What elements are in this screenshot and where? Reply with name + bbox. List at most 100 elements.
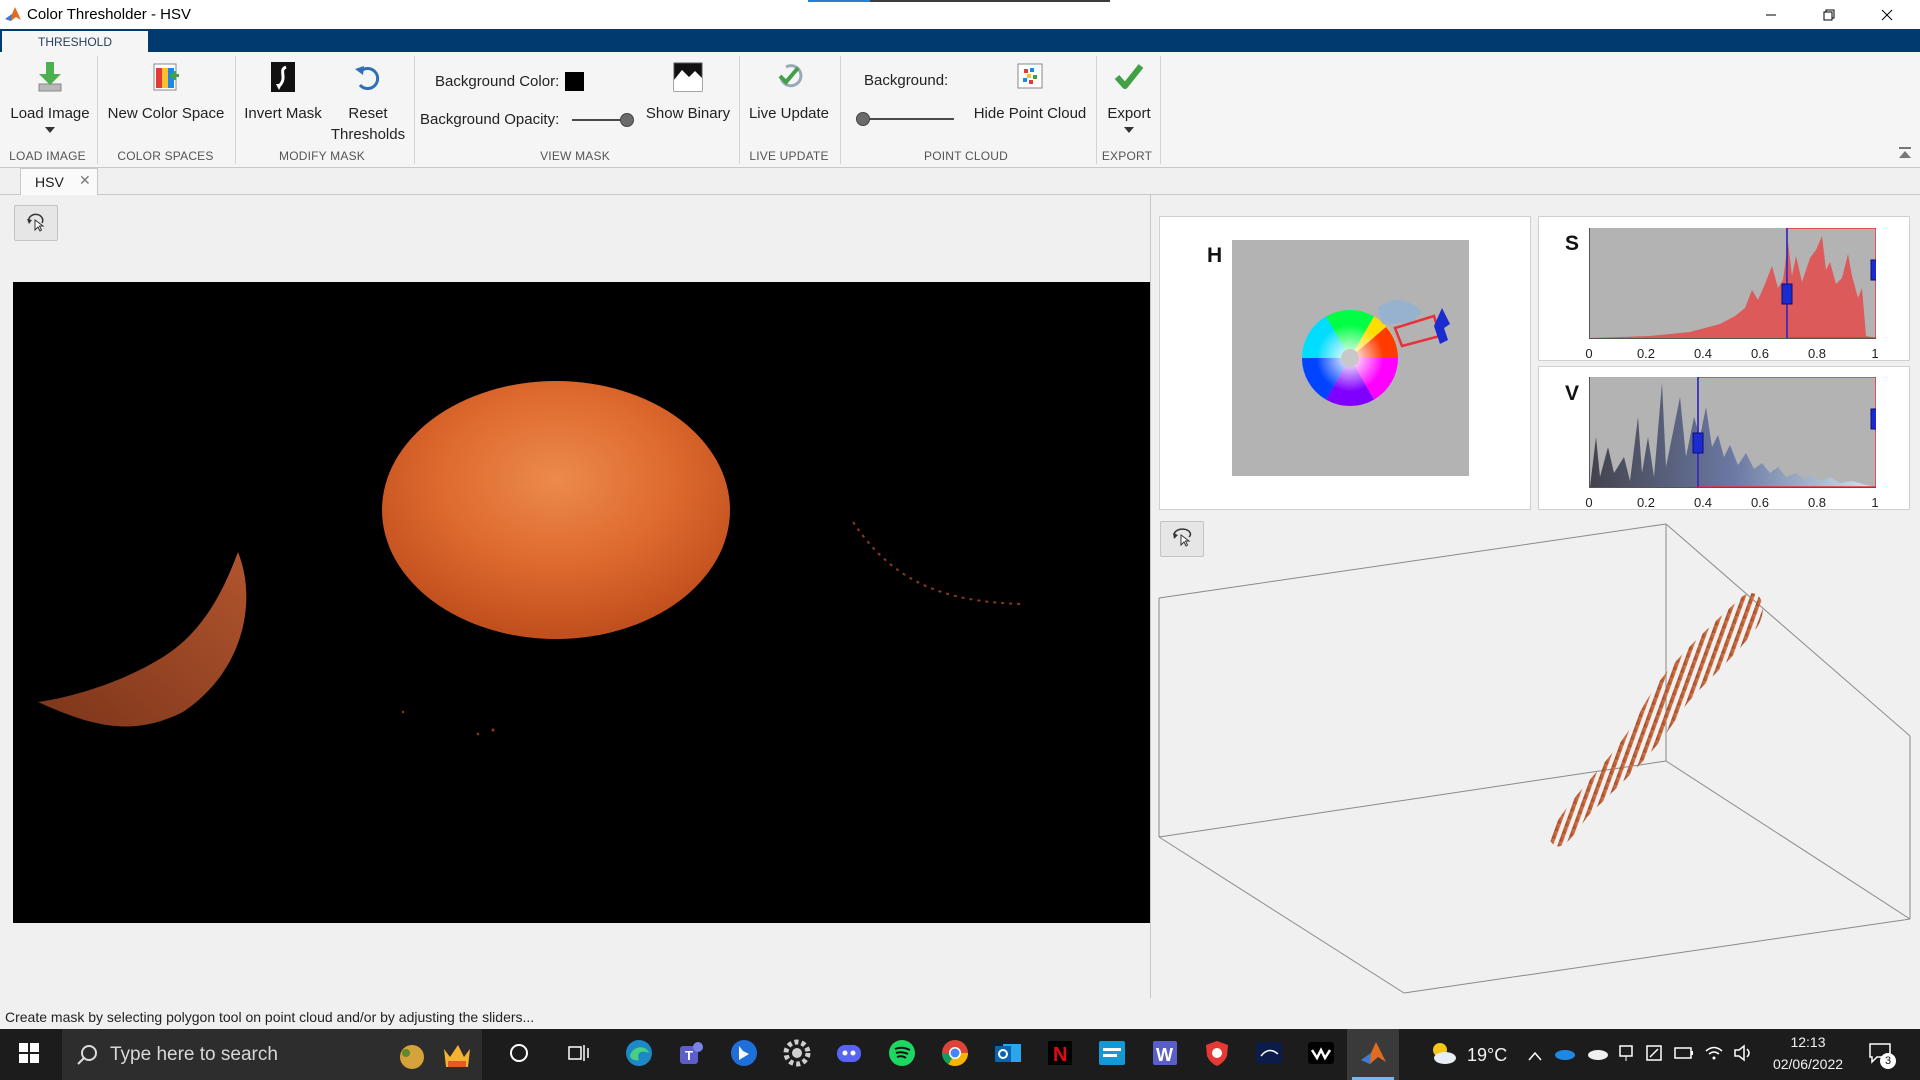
- v-tick-1: 1: [1871, 495, 1879, 510]
- bing-icon: [729, 1038, 759, 1073]
- taskbar-app-settings[interactable]: [778, 1036, 816, 1074]
- saturation-panel: S 0 0.2 0.4 0.6 0.8 1: [1538, 216, 1910, 361]
- point-cloud-panel[interactable]: [1158, 516, 1920, 998]
- weather-temperature: 19°C: [1467, 1045, 1508, 1065]
- taskbar-app-wondershare[interactable]: [1302, 1036, 1340, 1074]
- value-histogram[interactable]: [1589, 376, 1878, 488]
- masked-image: [13, 282, 1150, 923]
- load-image-button[interactable]: Load Image: [6, 60, 94, 124]
- search-icon: [76, 1044, 98, 1071]
- netflix-icon: N: [1045, 1038, 1075, 1073]
- show-binary-button[interactable]: Show Binary: [644, 60, 732, 124]
- taskbar-app-word[interactable]: W: [1146, 1036, 1184, 1074]
- volume-icon[interactable]: [1733, 1044, 1755, 1067]
- s-tick-0-8: 0.8: [1807, 346, 1827, 361]
- saturation-min-handle[interactable]: [1781, 283, 1793, 305]
- new-color-space-label: New Color Space: [107, 105, 225, 122]
- start-button[interactable]: [10, 1036, 48, 1074]
- close-tab-icon[interactable]: ✕: [79, 172, 91, 189]
- close-window-button[interactable]: [1858, 0, 1916, 29]
- saturation-max-handle[interactable]: [1870, 259, 1878, 281]
- weather-widget[interactable]: [1424, 1036, 1462, 1074]
- document-tab-strip: HSV ✕: [0, 168, 1920, 195]
- rotate-pointer-icon: [25, 210, 47, 237]
- task-view-button[interactable]: [560, 1036, 598, 1074]
- clock-time[interactable]: 12:13: [1768, 1034, 1848, 1050]
- load-image-dropdown-caret[interactable]: [45, 127, 55, 133]
- group-label-color-spaces: COLOR SPACES: [117, 149, 214, 163]
- value-max-handle[interactable]: [1870, 408, 1878, 430]
- restore-button[interactable]: [1800, 0, 1858, 29]
- collapse-ribbon-icon[interactable]: [1898, 146, 1912, 165]
- right-orange-edge: [852, 521, 1024, 605]
- pen-touch-icon[interactable]: [1645, 1044, 1663, 1067]
- search-highlight-icon: [392, 1035, 478, 1080]
- webcam-icon[interactable]: [1618, 1044, 1634, 1067]
- s-tick-0-6: 0.6: [1750, 346, 1770, 361]
- reset-thresholds-button[interactable]: Reset Thresholds: [325, 60, 411, 145]
- tab-threshold[interactable]: THRESHOLD: [2, 31, 148, 52]
- load-image-label: Load Image: [10, 105, 90, 122]
- value-histogram-bars: [1590, 383, 1876, 487]
- taskbar-app-outlook[interactable]: [989, 1036, 1027, 1074]
- taskbar-app-spotify[interactable]: [883, 1036, 921, 1074]
- cortana-button[interactable]: [500, 1036, 538, 1074]
- hue-selection-handle[interactable]: [1434, 308, 1450, 344]
- taskbar-app-disney-plus[interactable]: [1250, 1036, 1288, 1074]
- show-hidden-icons-chevron-icon[interactable]: [1528, 1048, 1542, 1066]
- point-cloud-background-slider-thumb[interactable]: [856, 112, 870, 126]
- taskbar-app-prime-video[interactable]: [1093, 1036, 1131, 1074]
- group-label-load-image: LOAD IMAGE: [9, 149, 86, 163]
- taskbar-app-discord[interactable]: [830, 1036, 868, 1074]
- wifi-icon[interactable]: [1704, 1044, 1724, 1067]
- notification-count-badge: 3: [1880, 1053, 1896, 1069]
- hue-wheel-plot[interactable]: [1232, 240, 1469, 476]
- status-message: Create mask by selecting polygon tool on…: [5, 1009, 535, 1025]
- edge-icon: [624, 1038, 654, 1073]
- s-tick-0-4: 0.4: [1693, 346, 1713, 361]
- invert-mask-button[interactable]: Invert Mask: [241, 60, 325, 124]
- title-accent-highlight: [808, 0, 870, 2]
- left-orange-sliver: [38, 552, 247, 727]
- settings-icon: [782, 1038, 812, 1073]
- live-update-icon: [744, 60, 834, 100]
- tab-hsv[interactable]: HSV ✕: [20, 168, 98, 195]
- center-orange: [382, 381, 730, 639]
- minimize-button[interactable]: [1742, 0, 1800, 29]
- ribbon-separator: [840, 56, 841, 164]
- s-tick-0-2: 0.2: [1636, 346, 1656, 361]
- reset-icon: [325, 60, 411, 100]
- taskbar-app-netflix[interactable]: N: [1041, 1036, 1079, 1074]
- taskbar-app-matlab[interactable]: [1354, 1036, 1392, 1074]
- taskbar-app-vpn[interactable]: [1198, 1036, 1236, 1074]
- value-panel: V 0 0.2 0.4 0.6 0.8 1: [1538, 366, 1910, 510]
- new-color-space-button[interactable]: New Color Space: [103, 60, 229, 124]
- battery-icon[interactable]: [1674, 1046, 1694, 1065]
- value-min-handle[interactable]: [1692, 432, 1704, 454]
- image-rotate-tool-button[interactable]: [14, 205, 58, 241]
- onedrive-blue-icon[interactable]: [1553, 1046, 1575, 1065]
- taskbar-search-box[interactable]: Type here to search: [62, 1029, 482, 1080]
- onedrive-white-icon[interactable]: [1586, 1046, 1608, 1065]
- hue-panel: H: [1159, 216, 1531, 510]
- live-update-button[interactable]: Live Update: [744, 60, 834, 124]
- taskbar-app-chrome[interactable]: [936, 1036, 974, 1074]
- clock-date[interactable]: 02/06/2022: [1762, 1056, 1854, 1072]
- point-cloud-3d-plot[interactable]: [1158, 516, 1920, 998]
- point-cloud-background-slider-track[interactable]: [856, 118, 954, 120]
- taskbar-app-edge[interactable]: [620, 1036, 658, 1074]
- taskbar-app-bing[interactable]: [725, 1036, 763, 1074]
- weather-cloud-sun-icon: [1428, 1038, 1458, 1073]
- v-tick-0-4: 0.4: [1693, 495, 1713, 510]
- saturation-histogram[interactable]: [1589, 227, 1878, 339]
- export-button[interactable]: Export: [1100, 60, 1158, 124]
- taskbar-app-teams[interactable]: T: [672, 1036, 710, 1074]
- hide-point-cloud-button[interactable]: Hide Point Cloud: [966, 60, 1094, 124]
- show-binary-label: Show Binary: [645, 105, 731, 122]
- background-color-swatch[interactable]: [565, 72, 584, 91]
- export-check-icon: [1100, 60, 1158, 100]
- s-tick-1: 1: [1871, 346, 1879, 361]
- wondershare-icon: [1306, 1038, 1336, 1073]
- background-opacity-slider-thumb[interactable]: [620, 113, 634, 127]
- export-dropdown-caret[interactable]: [1124, 127, 1134, 133]
